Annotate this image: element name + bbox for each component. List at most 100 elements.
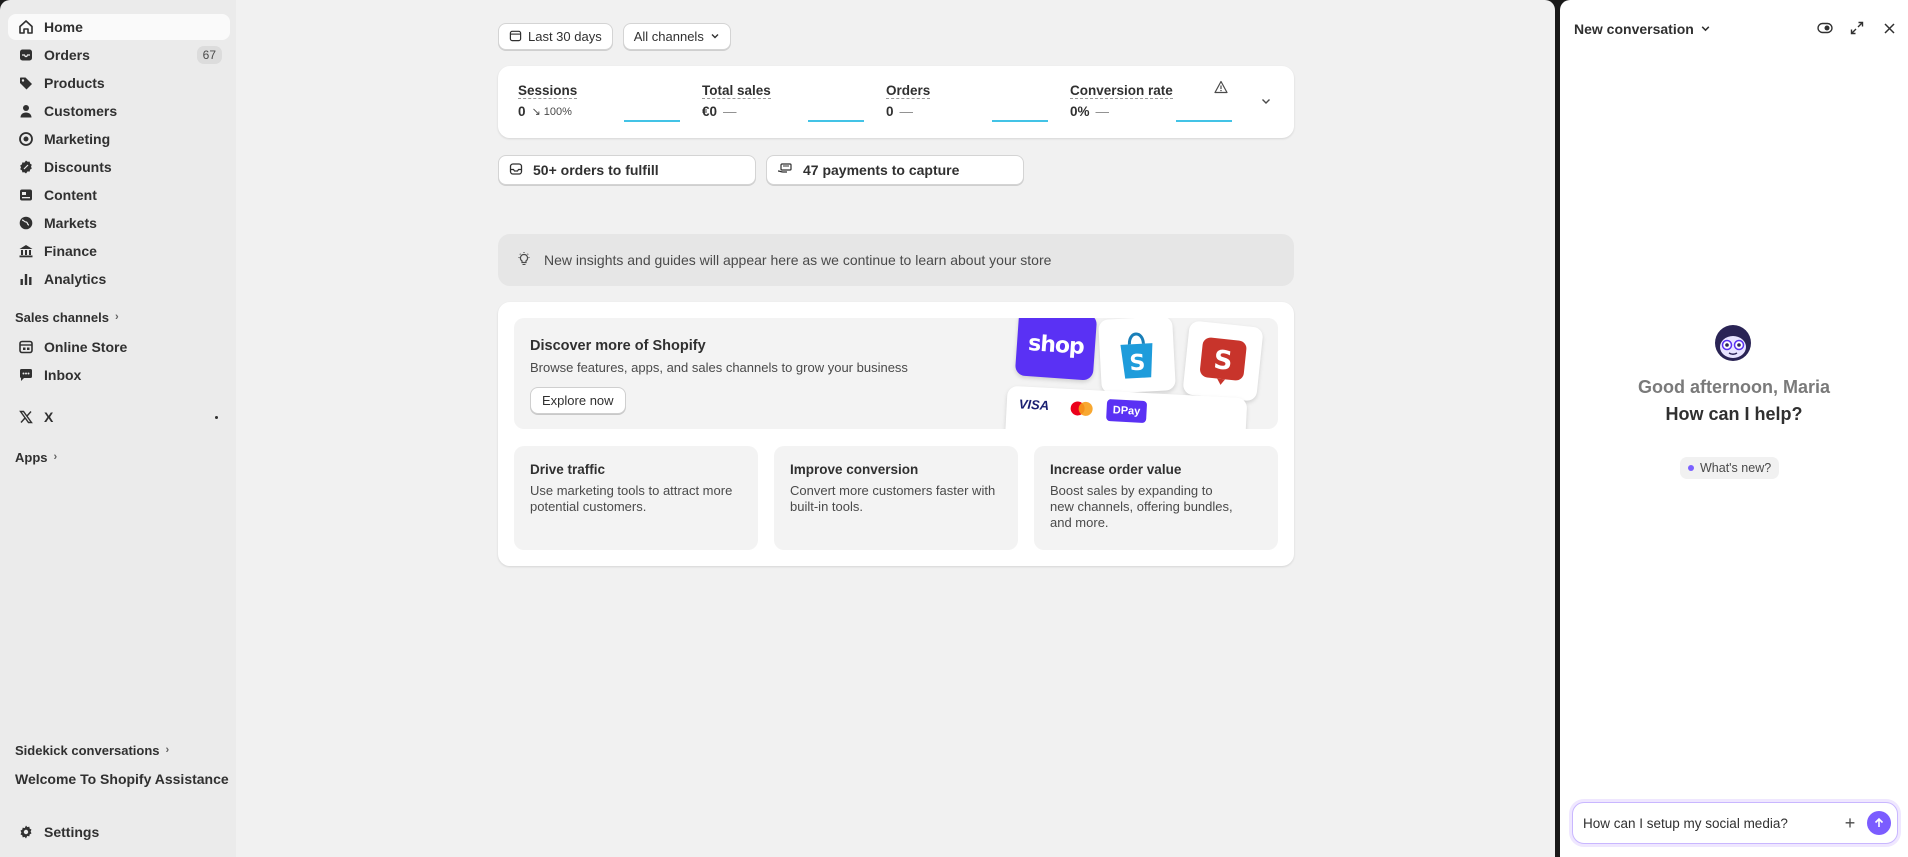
metric-label: Orders <box>886 83 931 99</box>
sidebar-item-discounts[interactable]: Discounts <box>8 154 230 180</box>
warning-icon[interactable] <box>1214 80 1228 97</box>
conversation-selector[interactable]: New conversation <box>1574 21 1711 37</box>
sidebar-item-label: Customers <box>44 103 118 119</box>
orders-to-fulfill-label: 50+ orders to fulfill <box>533 162 659 178</box>
feature-desc: Boost sales by expanding to new channels… <box>1050 483 1233 530</box>
whats-new-button[interactable]: What's new? <box>1680 457 1780 479</box>
explore-now-button[interactable]: Explore now <box>530 387 626 414</box>
metric-total-sales[interactable]: Total sales €0 — <box>702 82 886 138</box>
apps-label: Apps <box>15 449 48 465</box>
metric-delta: — <box>1095 104 1110 119</box>
sidebar-item-label: Orders <box>44 47 90 63</box>
greeting-text: Good afternoon, Maria <box>1637 377 1830 397</box>
shop-logo-text: shop <box>1027 330 1085 360</box>
feature-title: Improve conversion <box>790 462 919 477</box>
sidebar-item-analytics[interactable]: Analytics <box>8 266 230 292</box>
feature-desc: Use marketing tools to attract more pote… <box>530 483 733 514</box>
toggle-icon[interactable] <box>1816 19 1834 37</box>
feature-increase-order-value[interactable]: Increase order value Boost sales by expa… <box>1034 446 1278 550</box>
shop-app-tile: shop <box>1014 318 1098 381</box>
metric-sessions[interactable]: Sessions 0 ↘ 100% <box>518 82 702 138</box>
sidebar-item-label: Products <box>44 75 105 91</box>
discover-card: Discover more of Shopify Browse features… <box>498 302 1294 566</box>
sparkline <box>1176 120 1232 122</box>
filter-bar: Last 30 days All channels <box>498 23 731 50</box>
payments-to-capture-button[interactable]: 47 payments to capture <box>766 155 1024 185</box>
tag-icon <box>18 75 34 91</box>
close-icon[interactable] <box>1880 19 1898 37</box>
sidebar-item-x-app[interactable]: X <box>8 404 230 430</box>
discover-title: Discover more of Shopify <box>530 338 706 354</box>
sidekick-s-tile: S <box>1182 320 1264 402</box>
feature-improve-conversion[interactable]: Improve conversion Convert more customer… <box>774 446 1018 550</box>
plus-icon[interactable]: + <box>1839 812 1861 834</box>
channel-filter-label: All channels <box>633 29 704 44</box>
sidebar-item-label: Finance <box>44 243 97 259</box>
sidebar-item-finance[interactable]: Finance <box>8 238 230 264</box>
task-row: 50+ orders to fulfill 47 payments to cap… <box>498 155 1024 185</box>
sidebar-item-settings[interactable]: Settings <box>8 819 230 845</box>
inbox-icon <box>509 162 523 179</box>
orders-count-badge: 67 <box>196 46 222 64</box>
inbox-icon <box>18 47 34 63</box>
chevron-right-icon: › <box>114 311 119 323</box>
status-dot <box>1688 465 1694 471</box>
svg-text:S: S <box>1212 345 1234 377</box>
main-content: Last 30 days All channels Sessions 0 ↘ 1… <box>236 0 1555 857</box>
sidekick-s-icon: S <box>1200 337 1247 385</box>
metric-delta: — <box>723 104 737 119</box>
target-icon <box>18 131 34 147</box>
conversation-title: New conversation <box>1574 21 1694 37</box>
sidebar-item-home[interactable]: Home <box>8 14 230 40</box>
sidebar-item-label: Inbox <box>44 367 82 383</box>
unread-dot <box>215 415 218 419</box>
sales-channels-header[interactable]: Sales channels › <box>8 306 230 328</box>
sidebar-item-content[interactable]: Content <box>8 182 230 208</box>
chevron-down-icon[interactable] <box>1260 94 1272 110</box>
chevron-down-icon <box>710 29 720 44</box>
discover-subtitle: Browse features, apps, and sales channel… <box>530 360 908 375</box>
sidebar-item-label: Online Store <box>44 339 128 355</box>
arrow-up-icon <box>1874 817 1884 827</box>
sparkline <box>992 120 1048 122</box>
sidekick-panel: New conversation Good afternoon, Maria H… <box>1560 0 1908 857</box>
shopify-bag-tile: S <box>1098 318 1176 394</box>
orders-to-fulfill-button[interactable]: 50+ orders to fulfill <box>498 155 756 185</box>
date-range-button[interactable]: Last 30 days <box>498 23 613 50</box>
sidebar-item-online-store[interactable]: Online Store <box>8 334 230 360</box>
metric-delta: 100% <box>543 106 572 118</box>
sidekick-message-input[interactable] <box>1583 815 1839 831</box>
sidebar-item-products[interactable]: Products <box>8 70 230 96</box>
metric-value: 0 <box>518 104 526 119</box>
home-icon <box>18 19 34 35</box>
discount-icon <box>18 159 34 175</box>
insights-banner: New insights and guides will appear here… <box>498 234 1294 286</box>
calendar-icon <box>509 29 522 45</box>
sparkline <box>624 120 680 122</box>
metric-orders[interactable]: Orders 0 — <box>886 82 1070 138</box>
shopify-bag-icon: S <box>1120 332 1153 379</box>
feature-title: Increase order value <box>1050 462 1182 477</box>
sidebar-item-orders[interactable]: Orders 67 <box>8 42 230 68</box>
metrics-card[interactable]: Sessions 0 ↘ 100% Total sales €0 — Order… <box>498 66 1294 138</box>
x-logo-icon <box>18 409 34 425</box>
lightbulb-icon <box>516 251 532 270</box>
apps-header[interactable]: Apps › <box>8 446 230 468</box>
feature-title: Drive traffic <box>530 462 606 477</box>
sidekick-actions <box>1816 19 1898 37</box>
channel-filter-button[interactable]: All channels <box>622 23 731 50</box>
sidekick-conversations-header[interactable]: Sidekick conversations › <box>8 739 229 761</box>
chevron-right-icon: › <box>165 744 170 756</box>
sidebar-item-label: Home <box>44 19 83 35</box>
conversation-item-welcome[interactable]: Welcome To Shopify Assistance <box>8 767 229 791</box>
discover-hero: Discover more of Shopify Browse features… <box>514 318 1278 429</box>
gear-icon <box>18 824 34 840</box>
feature-drive-traffic[interactable]: Drive traffic Use marketing tools to att… <box>514 446 758 550</box>
send-button[interactable] <box>1867 811 1891 835</box>
sidebar-item-inbox[interactable]: Inbox <box>8 362 230 388</box>
bank-icon <box>18 243 34 259</box>
sidebar-item-markets[interactable]: Markets <box>8 210 230 236</box>
sidebar-item-customers[interactable]: Customers <box>8 98 230 124</box>
sidebar-item-marketing[interactable]: Marketing <box>8 126 230 152</box>
expand-icon[interactable] <box>1848 19 1866 37</box>
